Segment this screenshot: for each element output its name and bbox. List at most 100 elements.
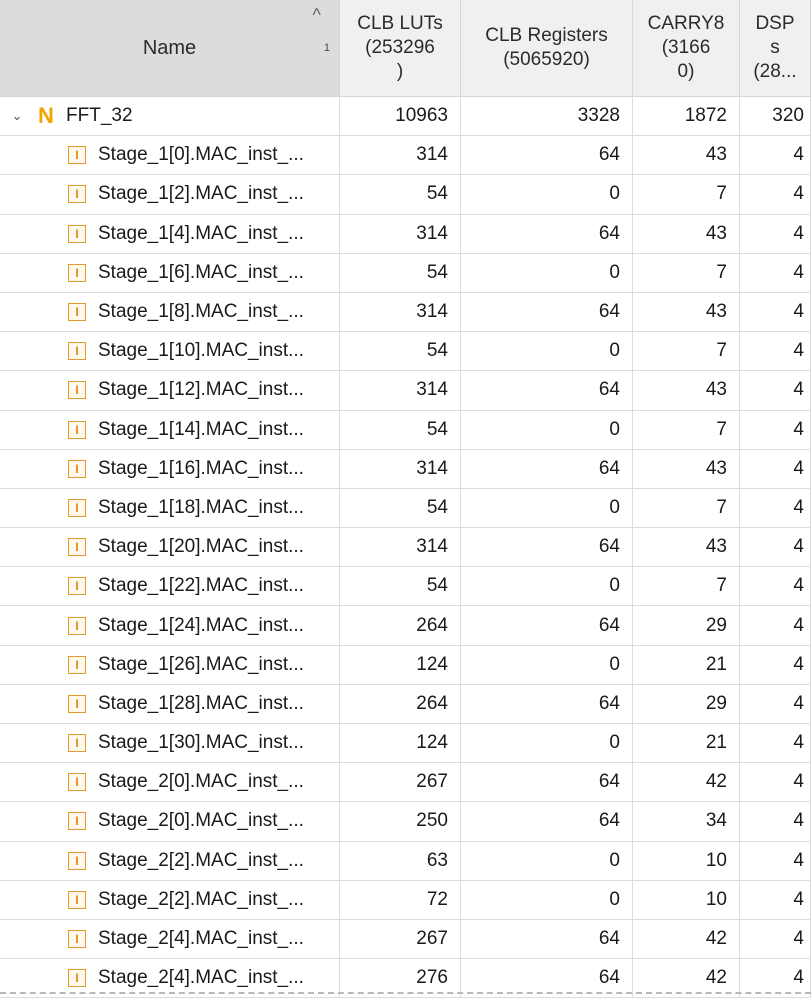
cell-dsps: 4 — [740, 528, 811, 568]
table-row[interactable]: I Stage_1[4].MAC_inst_... 314 64 43 4 — [0, 214, 811, 254]
table-row[interactable]: I Stage_2[0].MAC_inst_... 267 64 42 4 — [0, 763, 811, 803]
cell-carry8: 21 — [633, 645, 740, 685]
cell-clb-registers: 64 — [461, 763, 633, 803]
column-header-clb-luts[interactable]: CLB LUTs (253296 ) — [340, 0, 461, 97]
instance-name-cell: I Stage_1[6].MAC_inst_... — [0, 253, 340, 293]
table-row[interactable]: I Stage_1[20].MAC_inst... 314 64 43 4 — [0, 528, 811, 568]
screenshot-cut-edge — [0, 992, 811, 994]
cell-clb-registers: 0 — [461, 253, 633, 293]
cell-clb-registers: 64 — [461, 684, 633, 724]
table-row[interactable]: I Stage_1[22].MAC_inst... 54 0 7 4 — [0, 567, 811, 607]
table-row[interactable]: I Stage_1[2].MAC_inst_... 54 0 7 4 — [0, 175, 811, 215]
table-row[interactable]: I Stage_2[2].MAC_inst_... 63 0 10 4 — [0, 841, 811, 881]
table-row[interactable]: I Stage_1[26].MAC_inst... 124 0 21 4 — [0, 645, 811, 685]
column-header-name[interactable]: Name ^ 1 — [0, 0, 340, 97]
cell-dsps: 4 — [740, 136, 811, 176]
table-row-top[interactable]: ⌄ N FFT_32 10963 3328 1872 320 — [0, 97, 811, 137]
cell-clb-luts: 264 — [340, 684, 461, 724]
instance-icon: I — [68, 890, 86, 909]
column-header-dsps[interactable]: DSP s (28... — [740, 0, 811, 97]
instance-name: Stage_2[2].MAC_inst_... — [98, 849, 304, 871]
cell-dsps: 4 — [740, 684, 811, 724]
table-row[interactable]: I Stage_2[4].MAC_inst_... 267 64 42 4 — [0, 919, 811, 960]
instance-icon: I — [68, 655, 86, 674]
instance-icon: I — [68, 342, 86, 361]
table-row[interactable]: I Stage_1[14].MAC_inst... 54 0 7 4 — [0, 410, 811, 450]
cell-carry8: 42 — [633, 763, 740, 803]
utilization-table: Name ^ 1 CLB LUTs (253296 ) CLB Register… — [0, 0, 811, 998]
cell-clb-luts: 54 — [340, 332, 461, 372]
cell-carry8: 7 — [633, 567, 740, 607]
top-luts: 10963 — [340, 97, 461, 137]
instance-icon: I — [68, 616, 86, 635]
cell-clb-registers: 0 — [461, 841, 633, 881]
instance-name: Stage_1[14].MAC_inst... — [98, 418, 304, 440]
instance-name-cell: I Stage_1[28].MAC_inst... — [0, 684, 340, 724]
cell-clb-registers: 64 — [461, 919, 633, 960]
instance-name: Stage_1[4].MAC_inst_... — [98, 222, 304, 244]
instance-name-cell: I Stage_1[8].MAC_inst_... — [0, 292, 340, 333]
instance-name-cell: I Stage_2[2].MAC_inst_... — [0, 841, 340, 881]
table-row[interactable]: I Stage_2[0].MAC_inst_... 250 64 34 4 — [0, 802, 811, 842]
instance-icon: I — [68, 420, 86, 439]
top-name-cell: ⌄ N FFT_32 — [0, 97, 340, 137]
table-row[interactable]: I Stage_1[16].MAC_inst... 314 64 43 4 — [0, 449, 811, 489]
instance-icon: I — [68, 694, 86, 713]
instance-name: Stage_1[28].MAC_inst... — [98, 692, 304, 714]
instance-name: Stage_2[0].MAC_inst_... — [98, 771, 304, 793]
cell-clb-luts: 54 — [340, 567, 461, 607]
cell-clb-registers: 64 — [461, 214, 633, 254]
instance-name-cell: I Stage_1[30].MAC_inst... — [0, 724, 340, 764]
instance-name-cell: I Stage_1[10].MAC_inst... — [0, 332, 340, 372]
table-row[interactable]: I Stage_1[6].MAC_inst_... 54 0 7 4 — [0, 253, 811, 293]
column-header-clb-registers[interactable]: CLB Registers (5065920) — [461, 0, 633, 97]
instance-name: Stage_1[22].MAC_inst... — [98, 575, 304, 597]
cell-clb-luts: 54 — [340, 488, 461, 529]
cell-clb-luts: 314 — [340, 292, 461, 333]
instance-name: Stage_2[2].MAC_inst_... — [98, 888, 304, 910]
cell-carry8: 7 — [633, 332, 740, 372]
column-header-carry8-label: CARRY8 (3166 0) — [647, 13, 725, 82]
table-row[interactable]: I Stage_1[24].MAC_inst... 264 64 29 4 — [0, 606, 811, 646]
cell-clb-registers: 0 — [461, 332, 633, 372]
table-row[interactable]: I Stage_1[0].MAC_inst_... 314 64 43 4 — [0, 136, 811, 176]
instance-icon: I — [68, 734, 86, 753]
cell-carry8: 7 — [633, 253, 740, 293]
chevron-down-icon[interactable]: ⌄ — [10, 108, 24, 124]
column-header-dsps-label: DSP s (28... — [753, 13, 797, 82]
table-row[interactable]: I Stage_1[10].MAC_inst... 54 0 7 4 — [0, 332, 811, 372]
table-row[interactable]: I Stage_1[28].MAC_inst... 264 64 29 4 — [0, 684, 811, 724]
instance-name-cell: I Stage_2[2].MAC_inst_... — [0, 880, 340, 920]
instance-name: Stage_2[4].MAC_inst_... — [98, 967, 304, 989]
cell-clb-luts: 314 — [340, 371, 461, 411]
cell-dsps: 4 — [740, 841, 811, 881]
cell-clb-registers: 0 — [461, 880, 633, 920]
column-header-clb-luts-label: CLB LUTs (253296 ) — [357, 13, 443, 82]
cell-clb-luts: 267 — [340, 919, 461, 960]
instance-icon: I — [68, 577, 86, 596]
cell-dsps: 4 — [740, 175, 811, 215]
table-row[interactable]: I Stage_1[12].MAC_inst... 314 64 43 4 — [0, 371, 811, 411]
column-header-name-label: Name — [142, 37, 197, 59]
cell-carry8: 34 — [633, 802, 740, 842]
instance-name: Stage_2[4].MAC_inst_... — [98, 928, 304, 950]
table-row[interactable]: I Stage_2[2].MAC_inst_... 72 0 10 4 — [0, 880, 811, 920]
cell-clb-registers: 64 — [461, 371, 633, 411]
cell-clb-luts: 314 — [340, 528, 461, 568]
cell-dsps: 4 — [740, 253, 811, 293]
table-row[interactable]: I Stage_1[8].MAC_inst_... 314 64 43 4 — [0, 292, 811, 333]
cell-dsps: 4 — [740, 567, 811, 607]
instance-name: Stage_1[20].MAC_inst... — [98, 536, 304, 558]
cell-dsps: 4 — [740, 763, 811, 803]
instance-name: Stage_1[18].MAC_inst... — [98, 496, 304, 518]
table-header: Name ^ 1 CLB LUTs (253296 ) CLB Register… — [0, 0, 811, 97]
table-row[interactable]: I Stage_1[18].MAC_inst... 54 0 7 4 — [0, 488, 811, 529]
instance-name-cell: I Stage_1[22].MAC_inst... — [0, 567, 340, 607]
column-header-carry8[interactable]: CARRY8 (3166 0) — [633, 0, 740, 97]
cell-clb-registers: 64 — [461, 802, 633, 842]
instance-icon: I — [68, 812, 86, 831]
table-row[interactable]: I Stage_1[30].MAC_inst... 124 0 21 4 — [0, 724, 811, 764]
instance-icon: I — [68, 146, 86, 165]
instance-icon: I — [68, 263, 86, 282]
cell-clb-registers: 64 — [461, 606, 633, 646]
